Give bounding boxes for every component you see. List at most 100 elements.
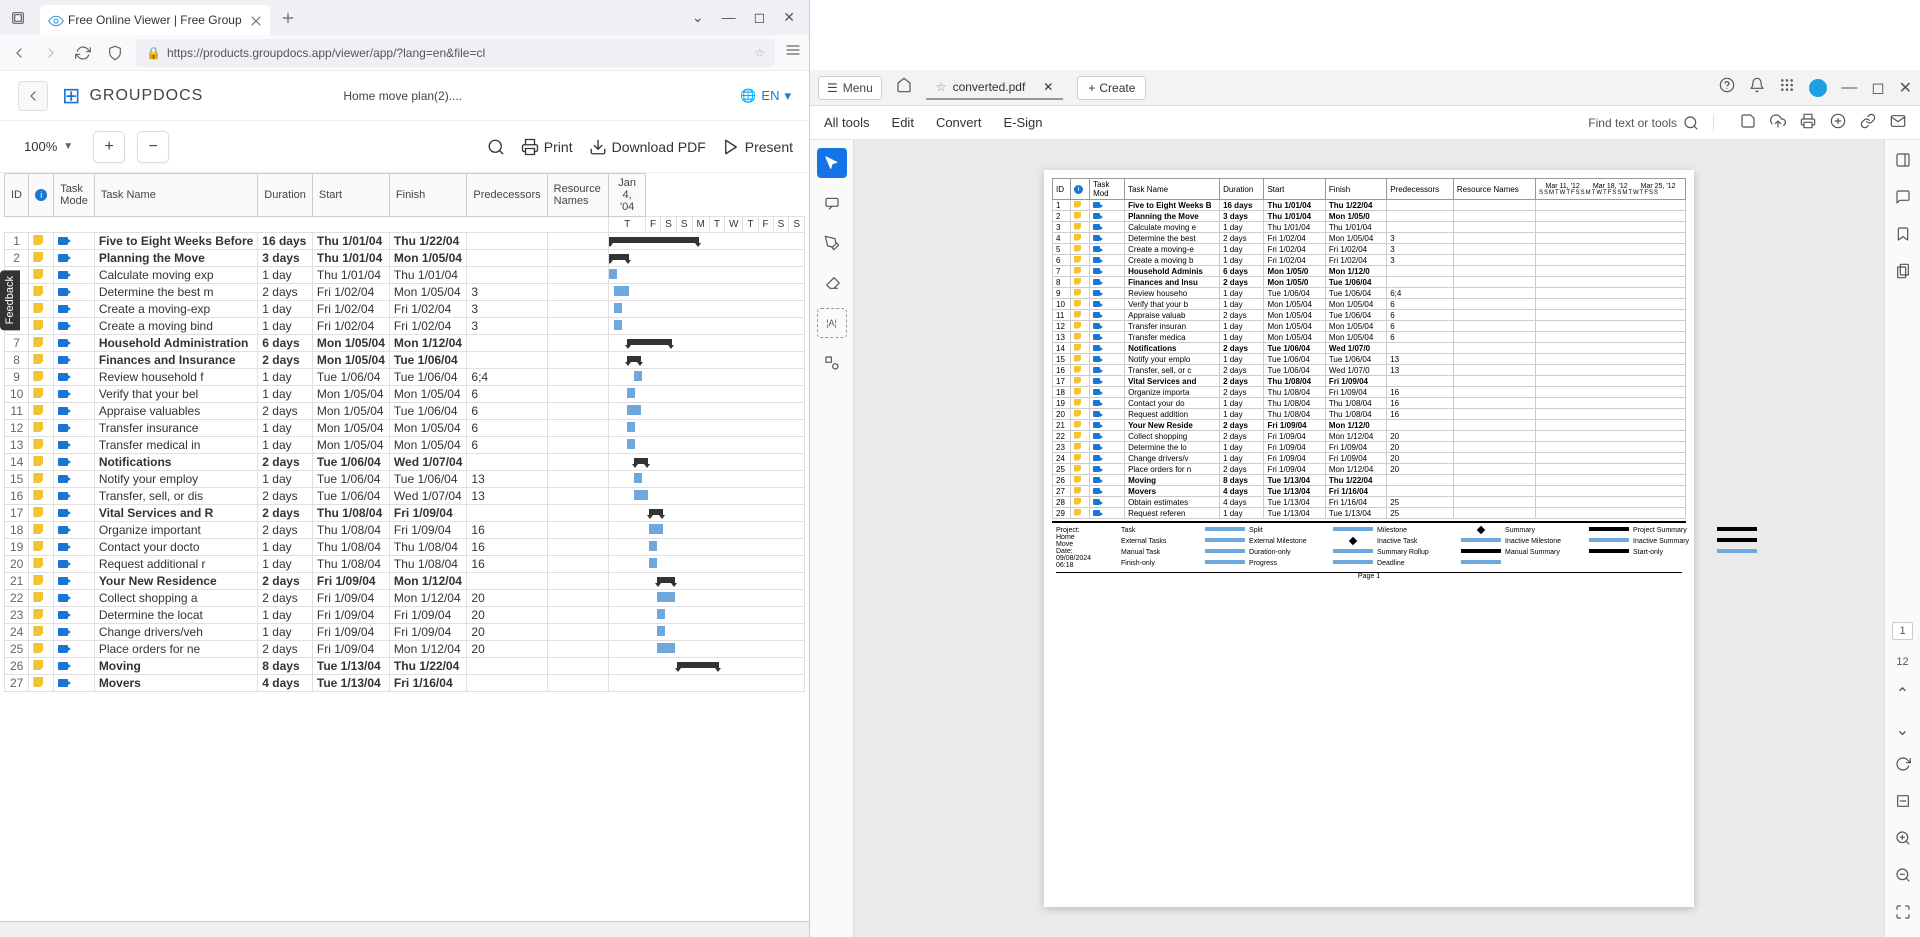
table-row[interactable]: 15Notify your employ1 dayTue 1/06/04Tue … [5,471,805,488]
present-button[interactable]: Present [722,138,793,156]
table-row[interactable]: 11Appraise valuables2 daysMon 1/05/04Tue… [5,403,805,420]
zoom-out-button[interactable]: − [137,131,169,163]
print-button[interactable]: Print [521,138,573,156]
th-info[interactable]: i [29,174,54,217]
avatar[interactable] [1809,79,1827,97]
print-icon[interactable] [1800,113,1816,132]
maximize-icon[interactable]: ◻ [754,9,766,26]
table-row[interactable]: 18Organize important2 daysThu 1/08/04Fri… [5,522,805,539]
table-row[interactable]: 23Determine the locat1 dayFri 1/09/04Fri… [5,607,805,624]
reload-button[interactable] [72,42,94,64]
menu-all-tools[interactable]: All tools [824,115,870,130]
help-icon[interactable] [1719,77,1735,98]
th-taskmode[interactable]: Task Mode [54,174,95,217]
table-row[interactable]: 7Household Administration6 daysMon 1/05/… [5,335,805,352]
mail-icon[interactable] [1890,113,1906,132]
th-start[interactable]: Start [312,174,389,217]
table-row[interactable]: 20Request additional r1 dayThu 1/08/04Th… [5,556,805,573]
th-finish[interactable]: Finish [389,174,466,217]
table-row[interactable]: 14Notifications2 daysTue 1/06/04Wed 1/07… [5,454,805,471]
table-row[interactable]: 1Five to Eight Weeks Before16 daysThu 1/… [5,233,805,250]
table-row[interactable]: 17Vital Services and R2 daysThu 1/08/04F… [5,505,805,522]
eraser-tool-icon[interactable] [817,268,847,298]
shapes-tool-icon[interactable] [817,348,847,378]
tabs-overview-icon[interactable] [8,8,28,28]
table-row[interactable]: 27Movers4 daysTue 1/13/04Fri 1/16/04 [5,675,805,692]
chat-icon[interactable] [1895,189,1911,210]
panel-icon[interactable] [1895,152,1911,173]
minimize-icon[interactable]: — [1841,79,1857,97]
th-res[interactable]: Resource Names [547,174,609,217]
table-row[interactable]: 26Moving8 daysTue 1/13/04Thu 1/22/04 [5,658,805,675]
table-row[interactable]: 21Your New Residence2 daysFri 1/09/04Mon… [5,573,805,590]
chevron-down-icon[interactable]: ⌄ [692,9,704,26]
zoom-selector[interactable]: 100% ▼ [16,135,81,158]
acrobat-menu-button[interactable]: ☰Menu [818,76,882,100]
table-row[interactable]: 3Calculate moving exp1 dayThu 1/01/04Thu… [5,267,805,284]
star-outline-icon[interactable]: ☆ [936,80,947,94]
th-taskname[interactable]: Task Name [94,174,257,217]
back-button[interactable] [8,42,30,64]
rotate-icon[interactable] [1895,756,1911,777]
menu-edit[interactable]: Edit [892,115,914,130]
table-row[interactable]: 10Verify that your bel1 dayMon 1/05/04Mo… [5,386,805,403]
table-row[interactable]: 4Determine the best m2 daysFri 1/02/04Mo… [5,284,805,301]
table-row[interactable]: 12Transfer insurance1 dayMon 1/05/04Mon … [5,420,805,437]
url-input[interactable]: 🔒 https://products.groupdocs.app/viewer/… [136,39,775,67]
gd-language-selector[interactable]: 🌐 EN ▾ [740,88,791,104]
home-icon[interactable] [896,77,912,98]
feedback-tab[interactable]: Feedback [0,270,20,330]
close-icon[interactable] [248,13,262,27]
chevron-down-icon[interactable]: ⌄ [1896,720,1909,740]
save-icon[interactable] [1740,113,1756,132]
bookmark-star-icon[interactable]: ☆ [754,46,765,60]
chevron-up-icon[interactable]: ⌃ [1896,684,1909,704]
table-row[interactable]: 24Change drivers/veh1 dayFri 1/09/04Fri … [5,624,805,641]
new-tab-button[interactable] [276,6,300,30]
hamburger-menu-icon[interactable] [785,42,801,63]
horizontal-scrollbar[interactable] [0,921,809,937]
minimize-icon[interactable]: — [722,9,736,26]
table-row[interactable]: 19Contact your docto1 dayThu 1/08/04Thu … [5,539,805,556]
gd-back-button[interactable] [18,81,48,111]
table-row[interactable]: 13Transfer medical in1 dayMon 1/05/04Mon… [5,437,805,454]
share-icon[interactable] [1830,113,1846,132]
find-input[interactable]: Find text or tools [1588,115,1714,131]
close-window-icon[interactable]: ✕ [783,9,795,26]
bell-icon[interactable] [1749,77,1765,98]
menu-esign[interactable]: E-Sign [1003,115,1042,130]
close-window-icon[interactable]: ✕ [1899,78,1912,98]
link-icon[interactable] [1860,113,1876,132]
acrobat-document-tab[interactable]: ☆ converted.pdf ✕ [926,76,1064,100]
text-tool-icon[interactable]: ¦A¦ [817,308,847,338]
th-id[interactable]: ID [5,174,29,217]
download-button[interactable]: Download PDF [589,138,706,156]
zoom-in-button[interactable]: + [93,131,125,163]
forward-button[interactable] [40,42,62,64]
table-row[interactable]: 6Create a moving bind1 dayFri 1/02/04Fri… [5,318,805,335]
maximize-icon[interactable]: ◻ [1871,78,1884,98]
comment-tool-icon[interactable] [817,188,847,218]
th-gantt[interactable]: Jan 4, '04 [609,174,646,217]
apps-icon[interactable] [1779,77,1795,98]
zoom-in-icon[interactable] [1895,830,1911,851]
browser-tab[interactable]: Free Online Viewer | Free Group [40,5,270,35]
menu-convert[interactable]: Convert [936,115,982,130]
table-row[interactable]: 25Place orders for ne2 daysFri 1/09/04Mo… [5,641,805,658]
cloud-icon[interactable] [1770,113,1786,132]
table-row[interactable]: 9Review household f1 dayTue 1/06/04Tue 1… [5,369,805,386]
zoom-out-icon[interactable] [1895,867,1911,888]
pointer-tool-icon[interactable] [817,148,847,178]
highlight-tool-icon[interactable] [817,228,847,258]
search-button[interactable] [487,138,505,156]
bookmark-icon[interactable] [1895,226,1911,247]
close-icon[interactable]: ✕ [1043,80,1053,94]
fit-width-icon[interactable] [1895,793,1911,814]
create-button[interactable]: +Create [1077,76,1146,100]
table-row[interactable]: 16Transfer, sell, or dis2 daysTue 1/06/0… [5,488,805,505]
table-row[interactable]: 2Planning the Move3 daysThu 1/01/04Mon 1… [5,250,805,267]
table-row[interactable]: 22Collect shopping a2 daysFri 1/09/04Mon… [5,590,805,607]
th-pred[interactable]: Predecessors [467,174,547,217]
pages-icon[interactable] [1895,263,1911,284]
table-row[interactable]: 8Finances and Insurance2 daysMon 1/05/04… [5,352,805,369]
